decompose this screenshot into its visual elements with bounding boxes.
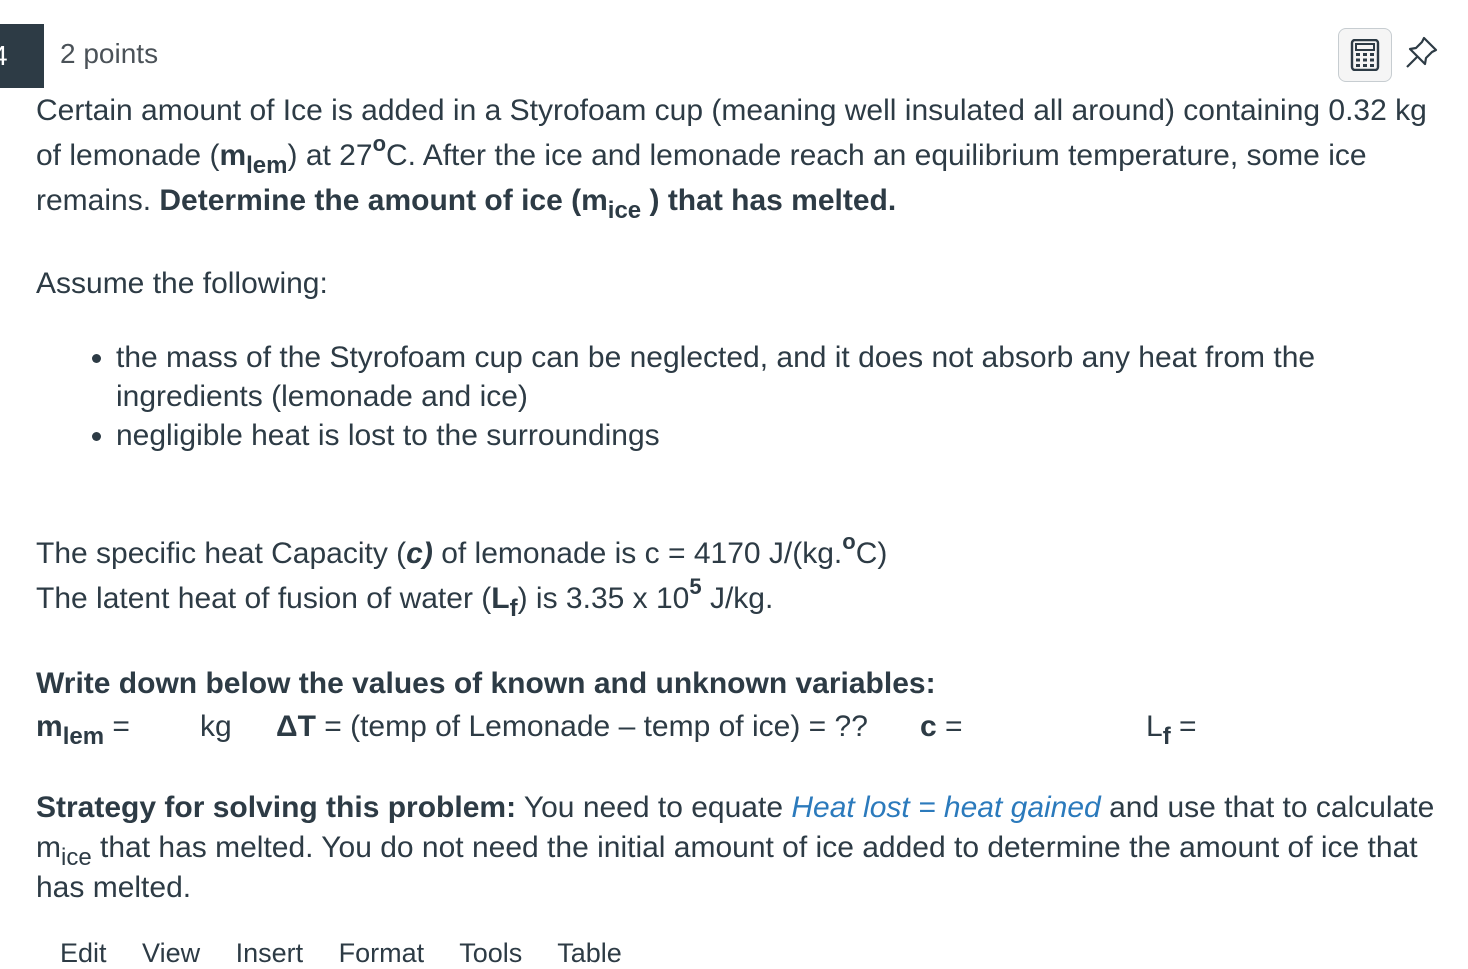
menu-format[interactable]: Format bbox=[339, 938, 425, 968]
problem-task: Determine the amount of ice (mice ) that… bbox=[159, 184, 897, 224]
pin-icon bbox=[1406, 36, 1438, 68]
assumptions-list: the mass of the Styrofoam cup can be neg… bbox=[36, 338, 1456, 455]
menu-edit[interactable]: Edit bbox=[60, 938, 107, 968]
strategy-text: Strategy for solving this problem: You n… bbox=[36, 791, 1435, 904]
question-points: 2 points bbox=[60, 38, 159, 69]
var-c: c = bbox=[920, 710, 963, 743]
var-mlem: mlem = bbox=[36, 710, 130, 750]
question-number-tab: 4 bbox=[0, 24, 44, 88]
question-body: Certain amount of Ice is added in a Styr… bbox=[36, 88, 1456, 908]
calculator-icon bbox=[1350, 39, 1380, 71]
var-lf: Lf = bbox=[1146, 710, 1197, 750]
menu-tools[interactable]: Tools bbox=[459, 938, 522, 968]
variables-heading: Write down below the values of known and… bbox=[36, 667, 936, 700]
calculator-button[interactable] bbox=[1338, 28, 1392, 82]
specific-heat-line: The specific heat Capacity (c) of lemona… bbox=[36, 529, 888, 571]
heat-balance-link[interactable]: Heat lost = heat gained bbox=[791, 791, 1100, 824]
variables-row: mlem = kg ΔT = (temp of Lemonade – temp … bbox=[36, 706, 1456, 750]
latent-heat-line: The latent heat of fusion of water (Lf) … bbox=[36, 574, 774, 622]
list-item: the mass of the Styrofoam cup can be neg… bbox=[116, 338, 1456, 416]
var-kg: kg bbox=[200, 710, 232, 743]
editor-menubar: Edit View Insert Format Tools Table bbox=[60, 938, 650, 969]
assume-heading: Assume the following: bbox=[36, 267, 328, 300]
problem-statement: Certain amount of Ice is added in a Styr… bbox=[36, 94, 1427, 224]
pin-button[interactable] bbox=[1404, 34, 1440, 70]
menu-table[interactable]: Table bbox=[557, 938, 622, 968]
list-item: negligible heat is lost to the surroundi… bbox=[116, 416, 1456, 455]
menu-view[interactable]: View bbox=[142, 938, 200, 968]
var-delta-t: ΔT = (temp of Lemonade – temp of ice) = … bbox=[276, 710, 868, 743]
menu-insert[interactable]: Insert bbox=[236, 938, 304, 968]
